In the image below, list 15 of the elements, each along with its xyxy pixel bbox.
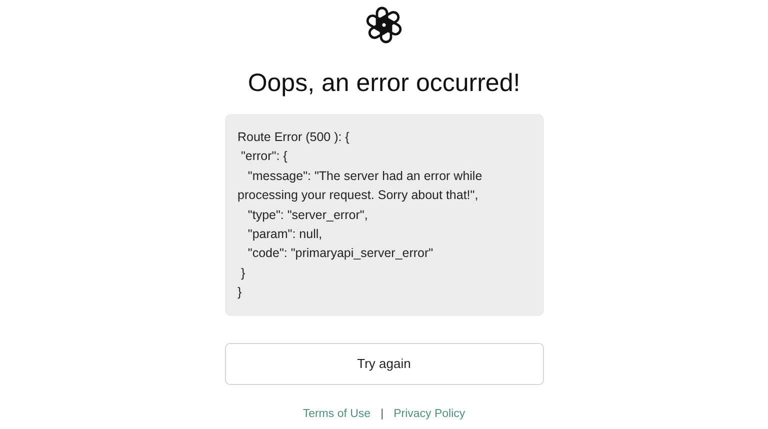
- footer-link[interactable]: Terms of Use: [302, 408, 371, 420]
- footer-separator: |: [380, 408, 384, 420]
- error-text-line: processing your request. Sorry about that!",: [238, 187, 480, 204]
- error-text-line: "code": "primaryapi_server_error": [246, 245, 434, 262]
- error-text-line: "type": "server_error",: [246, 206, 369, 224]
- error-text-line: }: [238, 284, 243, 302]
- error-text-line: Route Error (500 ): {: [238, 129, 350, 146]
- page-heading: Oops, an error occurred!: [248, 68, 520, 99]
- footer-link[interactable]: Privacy Policy: [394, 408, 466, 420]
- error-text-line: "error": {: [240, 148, 288, 166]
- try-again-button[interactable]: Try again: [224, 342, 544, 385]
- error-text-line: "message": "The server had an error while: [246, 168, 484, 185]
- error-text-line: "param": null,: [246, 226, 324, 244]
- error-text-line: }: [240, 264, 246, 282]
- knot-icon: [364, 5, 404, 45]
